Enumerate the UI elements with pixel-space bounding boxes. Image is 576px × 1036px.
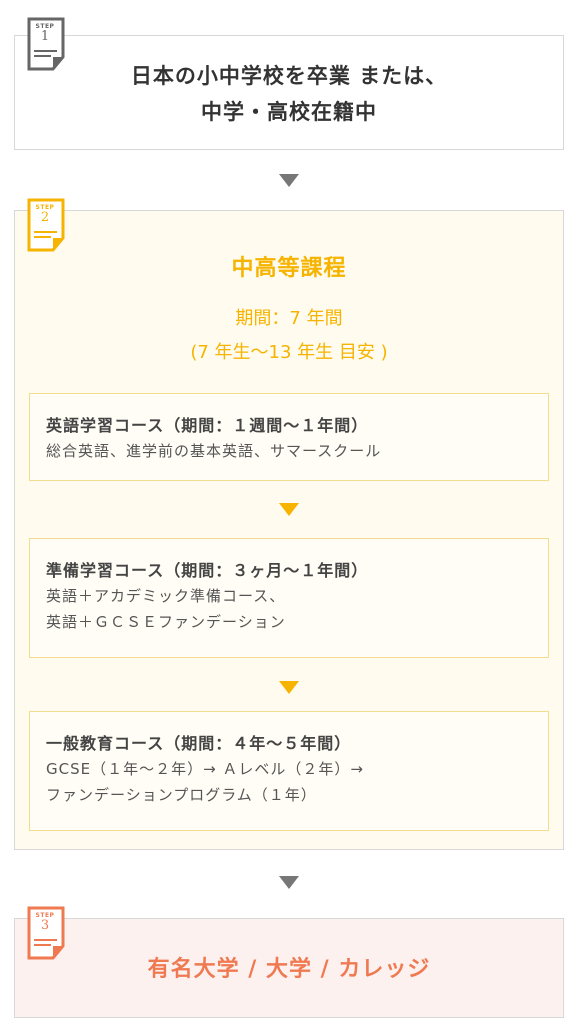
course-description: 総合英語、進学前の基本英語、サマースクール xyxy=(46,442,382,460)
down-arrow-icon xyxy=(279,503,299,516)
course-description-line2: 英語＋ＧＣＳＥファンデーション xyxy=(46,613,286,631)
step1-title-line1: 日本の小中学校を卒業 または、 xyxy=(130,64,448,88)
course-title: 英語学習コース（期間：１週間〜１年間） xyxy=(46,416,369,435)
step3-number: 3 xyxy=(40,918,50,933)
step2-document-icon: STEP 2 xyxy=(27,198,71,254)
course-description-line1: GCSE（１年〜２年）→ Ａレベル（２年）→ xyxy=(46,760,365,778)
step2-age-range: (7 年生〜13 年生 目安 ) xyxy=(190,342,388,363)
down-arrow-icon xyxy=(279,681,299,694)
course-description-line2: ファンデーションプログラム（１年） xyxy=(46,786,317,804)
course-title: 一般教育コース（期間：４年〜５年間） xyxy=(46,734,352,753)
down-arrow-icon xyxy=(279,876,299,889)
course-card-preparation: 準備学習コース（期間：３ヶ月〜１年間） 英語＋アカデミック準備コース、 英語＋Ｇ… xyxy=(29,538,549,658)
course-card-english: 英語学習コース（期間：１週間〜１年間） 総合英語、進学前の基本英語、サマースクー… xyxy=(29,393,549,481)
course-description-line1: 英語＋アカデミック準備コース、 xyxy=(46,587,286,605)
step2-number: 2 xyxy=(40,210,50,225)
step2-title: 中高等課程 xyxy=(231,256,347,281)
down-arrow-icon xyxy=(279,174,299,187)
step3-title: 有名大学 / 大学 / カレッジ xyxy=(147,957,431,982)
step1-number: 1 xyxy=(40,29,50,44)
step1-title: 日本の小中学校を卒業 または、 中学・高校在籍中 xyxy=(14,58,564,130)
course-title: 準備学習コース（期間：３ヶ月〜１年間） xyxy=(46,561,369,580)
course-card-general-education: 一般教育コース（期間：４年〜５年間） GCSE（１年〜２年）→ Ａレベル（２年）… xyxy=(29,711,549,831)
step2-period: 期間：7 年間 xyxy=(235,308,343,329)
step1-title-line2: 中学・高校在籍中 xyxy=(201,100,377,124)
